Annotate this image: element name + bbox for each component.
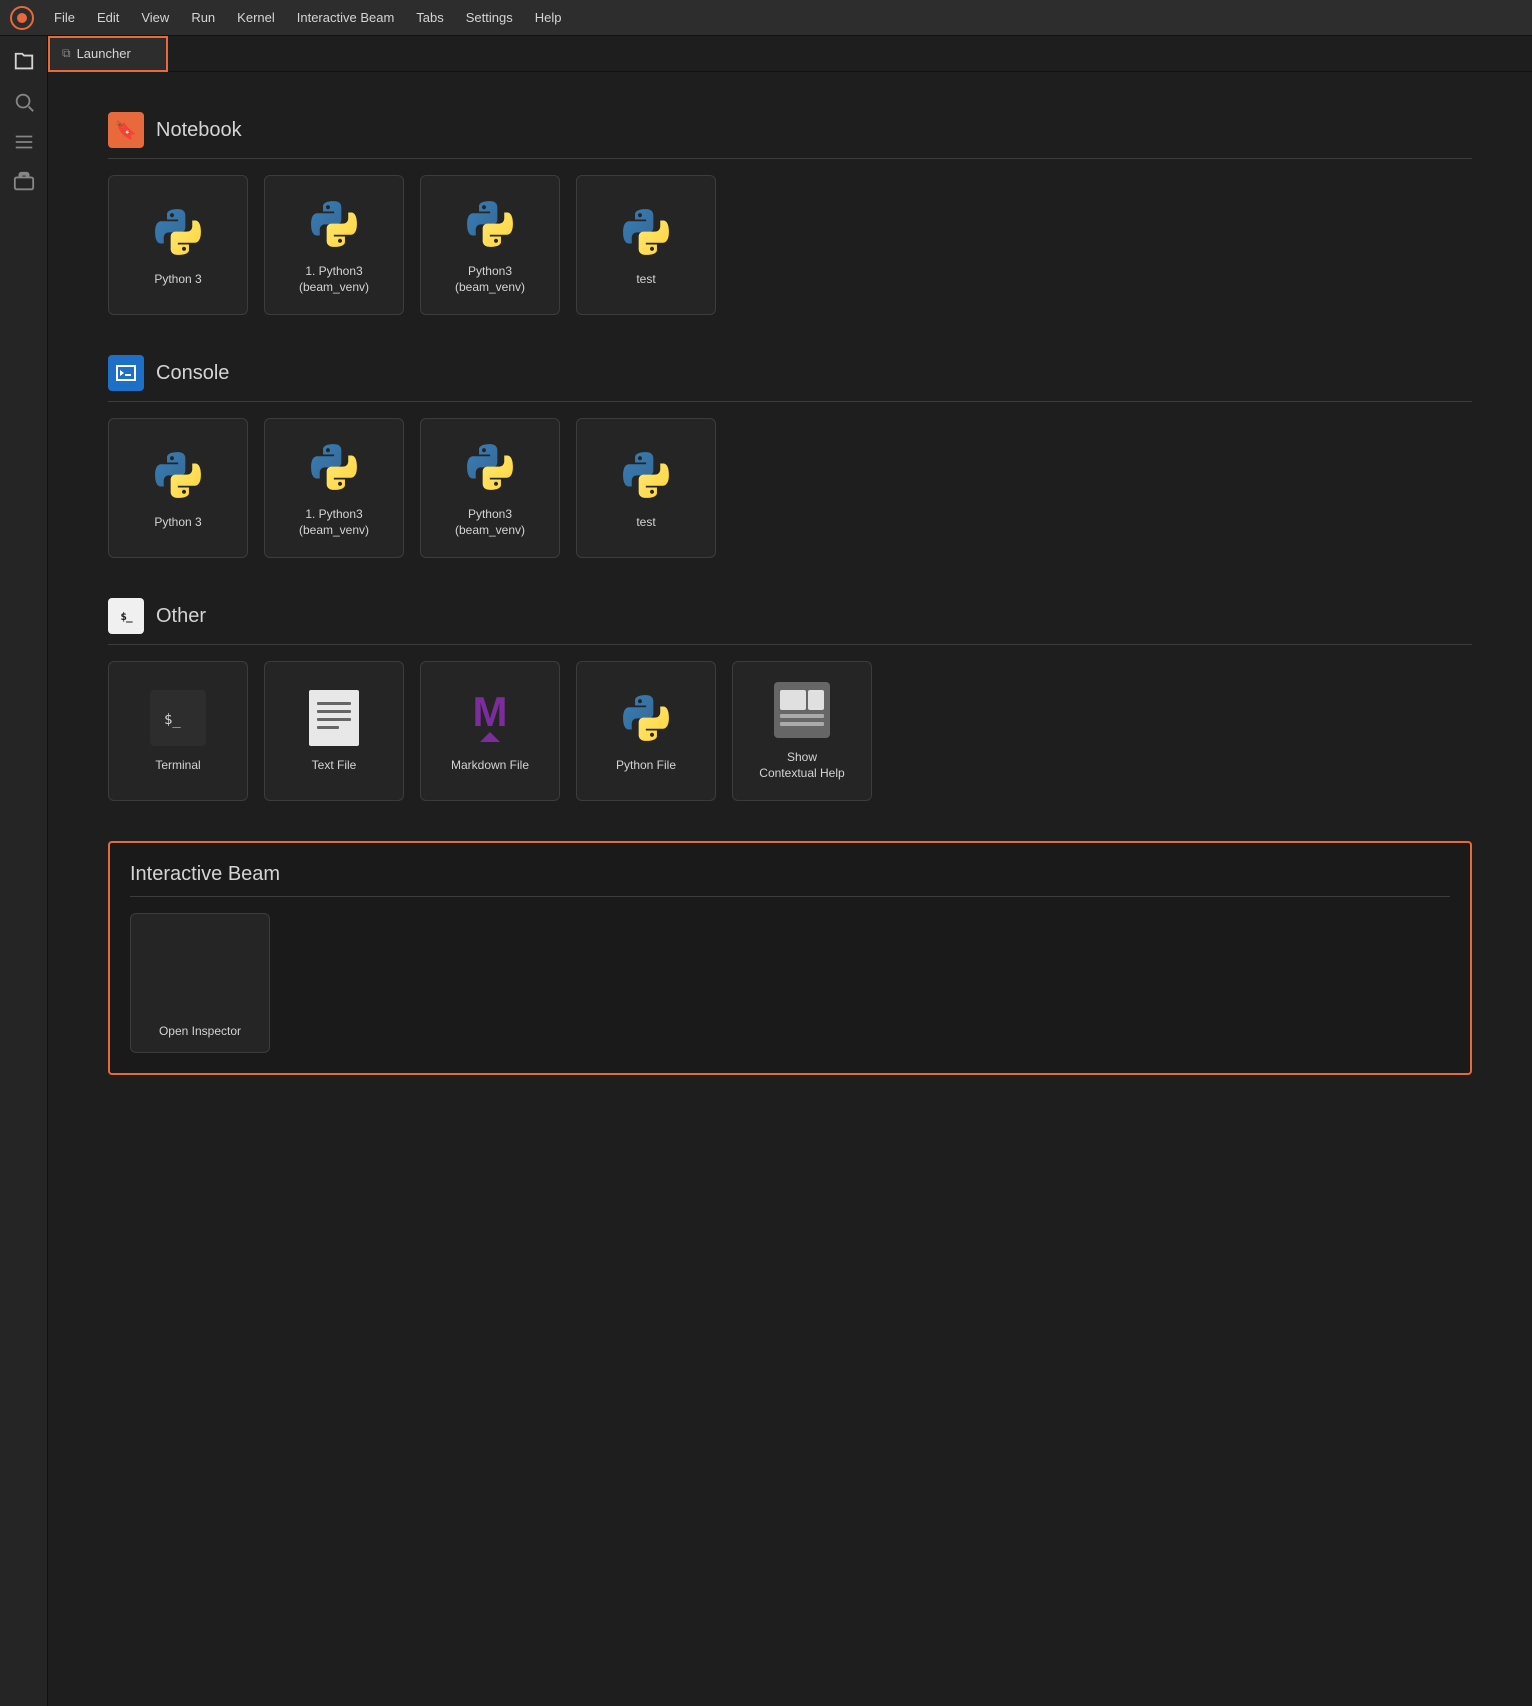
other-pythonfile-label: Python File: [616, 758, 676, 774]
notebook-python3-item[interactable]: Python 3: [108, 175, 248, 315]
notebook-python3-beam2-item[interactable]: Python3 (beam_venv): [420, 175, 560, 315]
console-grid: Python 3: [108, 418, 1472, 558]
notebook-python3-beam1-item[interactable]: 1. Python3 (beam_venv): [264, 175, 404, 315]
launcher-content: 🔖 Notebook: [48, 72, 1532, 1155]
other-contextualhelp-item[interactable]: Show Contextual Help: [732, 661, 872, 801]
python3-beam1-icon: [304, 194, 364, 254]
console-python3-label: Python 3: [154, 515, 201, 531]
menu-run[interactable]: Run: [181, 6, 225, 29]
other-contextualhelp-label: Show Contextual Help: [759, 750, 844, 781]
other-section-title: Other: [156, 605, 206, 628]
other-terminal-label: Terminal: [155, 758, 200, 774]
menu-file[interactable]: File: [44, 6, 85, 29]
console-test-label: test: [636, 515, 655, 531]
console-test-item[interactable]: test: [576, 418, 716, 558]
other-markdown-label: Markdown File: [451, 758, 529, 774]
console-test-icon: [616, 445, 676, 505]
app-logo: [8, 4, 36, 32]
other-grid: $_ Terminal: [108, 661, 1472, 801]
main-content: 🔖 Notebook: [48, 72, 1532, 1706]
svg-text:M: M: [473, 690, 508, 735]
launcher-tab[interactable]: ⧉ Launcher: [48, 36, 168, 72]
sidebar-files-icon[interactable]: [6, 44, 42, 80]
notebook-test-item[interactable]: test: [576, 175, 716, 315]
menu-items: File Edit View Run Kernel Interactive Be…: [44, 6, 572, 29]
menu-kernel[interactable]: Kernel: [227, 6, 285, 29]
console-python3-icon: [148, 445, 208, 505]
menu-view[interactable]: View: [131, 6, 179, 29]
contextualhelp-icon: [772, 680, 832, 740]
pythonfile-icon: [616, 688, 676, 748]
terminal-icon: $_: [148, 688, 208, 748]
markdown-icon: M: [460, 688, 520, 748]
textfile-icon: [304, 688, 364, 748]
menu-edit[interactable]: Edit: [87, 6, 129, 29]
notebook-header: 🔖 Notebook: [108, 112, 1472, 159]
tab-bar: ⧉ Launcher: [48, 36, 1532, 72]
console-python3-beam1-icon: [304, 437, 364, 497]
main-area: ⧉ Launcher 🔖 Notebook: [48, 36, 1532, 1706]
svg-text:$_: $_: [164, 712, 181, 728]
menu-bar: File Edit View Run Kernel Interactive Be…: [0, 0, 1532, 36]
interactive-beam-section: Interactive Beam Open Inspector: [108, 841, 1472, 1075]
app-layout: ⧉ Launcher 🔖 Notebook: [0, 36, 1532, 1706]
notebook-grid: Python 3: [108, 175, 1472, 315]
console-header: Console: [108, 355, 1472, 402]
notebook-python3-label: Python 3: [154, 272, 201, 288]
other-pythonfile-item[interactable]: Python File: [576, 661, 716, 801]
console-python3-beam1-item[interactable]: 1. Python3 (beam_venv): [264, 418, 404, 558]
sidebar-list-icon[interactable]: [6, 124, 42, 160]
tab-label: Launcher: [77, 46, 131, 61]
notebook-section-icon: 🔖: [108, 112, 144, 148]
interactive-beam-title: Interactive Beam: [130, 863, 1450, 897]
console-python3-beam2-item[interactable]: Python3 (beam_venv): [420, 418, 560, 558]
sidebar-extensions-icon[interactable]: [6, 164, 42, 200]
console-section: Console: [108, 355, 1472, 558]
notebook-python3-beam2-label: Python3 (beam_venv): [433, 264, 547, 295]
menu-interactive-beam[interactable]: Interactive Beam: [287, 6, 405, 29]
notebook-python3-beam1-label: 1. Python3 (beam_venv): [277, 264, 391, 295]
sidebar: [0, 36, 48, 1706]
console-python3-beam1-label: 1. Python3 (beam_venv): [277, 507, 391, 538]
other-textfile-item[interactable]: Text File: [264, 661, 404, 801]
other-header: $_ Other: [108, 598, 1472, 645]
console-python3-beam2-icon: [460, 437, 520, 497]
menu-settings[interactable]: Settings: [456, 6, 523, 29]
console-section-title: Console: [156, 362, 229, 385]
interactive-beam-grid: Open Inspector: [130, 913, 1450, 1053]
open-inspector-item[interactable]: Open Inspector: [130, 913, 270, 1053]
console-python3-beam2-label: Python3 (beam_venv): [433, 507, 547, 538]
python3-test-icon: [616, 202, 676, 262]
menu-help[interactable]: Help: [525, 6, 572, 29]
sidebar-search-icon[interactable]: [6, 84, 42, 120]
other-terminal-item[interactable]: $_ Terminal: [108, 661, 248, 801]
notebook-section-title: Notebook: [156, 119, 242, 142]
other-markdown-item[interactable]: M Markdown File: [420, 661, 560, 801]
notebook-test-label: test: [636, 272, 655, 288]
other-section-icon: $_: [108, 598, 144, 634]
python3-icon: [148, 202, 208, 262]
other-section: $_ Other $_: [108, 598, 1472, 801]
other-textfile-label: Text File: [312, 758, 357, 774]
console-python3-item[interactable]: Python 3: [108, 418, 248, 558]
open-inspector-label: Open Inspector: [159, 1024, 241, 1038]
tab-external-icon: ⧉: [62, 46, 71, 61]
python3-beam2-icon: [460, 194, 520, 254]
console-section-icon: [108, 355, 144, 391]
notebook-section: 🔖 Notebook: [108, 112, 1472, 315]
menu-tabs[interactable]: Tabs: [406, 6, 453, 29]
